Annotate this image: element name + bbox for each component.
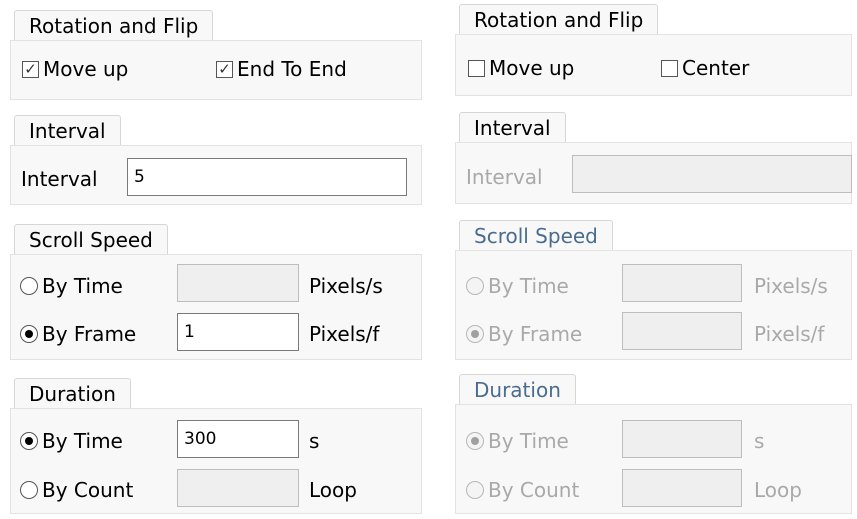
duration-by-count-input[interactable]: [177, 469, 299, 507]
right-interval-tab: Interval: [459, 112, 566, 142]
duration-by-time-unit: s: [309, 429, 320, 453]
checkbox-checked-icon: ✓: [22, 60, 39, 78]
right-center-label: Center: [682, 56, 750, 80]
interval-label: Interval: [21, 167, 98, 191]
duration-by-count-label: By Count: [42, 478, 134, 502]
checkbox-unchecked-icon: [468, 59, 485, 77]
duration-by-count-radio[interactable]: By Count: [20, 478, 133, 502]
scroll-by-frame-radio[interactable]: By Frame: [20, 322, 136, 346]
right-interval-input[interactable]: [572, 155, 852, 193]
interval-tab: Interval: [14, 115, 121, 145]
scroll-by-time-input[interactable]: [177, 264, 299, 302]
radio-unselected-icon: [20, 481, 38, 499]
right-move-up-checkbox[interactable]: Move up: [468, 56, 574, 80]
right-duration-tab: Duration: [459, 374, 576, 404]
right-duration-by-count-input[interactable]: [622, 469, 742, 507]
duration-by-time-radio[interactable]: By Time: [20, 429, 123, 453]
right-scroll-speed-tab: Scroll Speed: [459, 220, 613, 250]
end-to-end-checkbox[interactable]: ✓ End To End: [216, 57, 347, 81]
right-interval-label: Interval: [466, 165, 543, 189]
scroll-by-frame-input[interactable]: 1: [177, 313, 299, 351]
right-center-checkbox[interactable]: Center: [661, 56, 749, 80]
right-scroll-by-time-label: By Time: [488, 274, 569, 298]
duration-by-count-unit: Loop: [309, 478, 357, 502]
right-duration-by-count-label: By Count: [488, 478, 580, 502]
right-duration-by-time-unit: s: [754, 429, 765, 453]
move-up-checkbox[interactable]: ✓ Move up: [22, 57, 128, 81]
rotation-flip-tab: Rotation and Flip: [14, 10, 214, 40]
radio-selected-icon: [466, 325, 484, 343]
right-scroll-by-frame-unit: Pixels/f: [754, 322, 825, 346]
right-duration-by-count-radio[interactable]: By Count: [466, 478, 579, 502]
right-duration-by-count-unit: Loop: [754, 478, 802, 502]
right-scroll-by-frame-input[interactable]: [622, 312, 742, 350]
checkbox-unchecked-icon: [661, 59, 678, 77]
duration-by-time-label: By Time: [42, 429, 123, 453]
right-duration-by-time-input[interactable]: [622, 420, 742, 458]
duration-by-time-input[interactable]: 300: [177, 420, 299, 458]
duration-tab: Duration: [14, 378, 131, 408]
right-scroll-by-frame-radio[interactable]: By Frame: [466, 322, 582, 346]
scroll-speed-tab: Scroll Speed: [14, 224, 168, 254]
scroll-by-time-radio[interactable]: By Time: [20, 274, 123, 298]
radio-selected-icon: [466, 432, 484, 450]
radio-unselected-icon: [466, 481, 484, 499]
right-scroll-by-time-radio[interactable]: By Time: [466, 274, 569, 298]
radio-selected-icon: [20, 325, 38, 343]
checkbox-checked-icon: ✓: [216, 60, 233, 78]
move-up-label: Move up: [43, 57, 129, 81]
right-scroll-by-frame-label: By Frame: [488, 322, 583, 346]
right-scroll-by-time-unit: Pixels/s: [754, 274, 828, 298]
right-duration-by-time-label: By Time: [488, 429, 569, 453]
right-move-up-label: Move up: [489, 56, 575, 80]
radio-unselected-icon: [20, 277, 38, 295]
right-duration-by-time-radio[interactable]: By Time: [466, 429, 569, 453]
interval-input[interactable]: 5: [127, 158, 407, 196]
scroll-by-time-label: By Time: [42, 274, 123, 298]
scroll-by-frame-unit: Pixels/f: [309, 322, 380, 346]
scroll-by-time-unit: Pixels/s: [309, 274, 383, 298]
radio-unselected-icon: [466, 277, 484, 295]
radio-selected-icon: [20, 432, 38, 450]
scroll-by-frame-label: By Frame: [42, 322, 137, 346]
right-rotation-flip-tab: Rotation and Flip: [459, 4, 659, 34]
end-to-end-label: End To End: [237, 57, 347, 81]
right-scroll-by-time-input[interactable]: [622, 264, 742, 302]
